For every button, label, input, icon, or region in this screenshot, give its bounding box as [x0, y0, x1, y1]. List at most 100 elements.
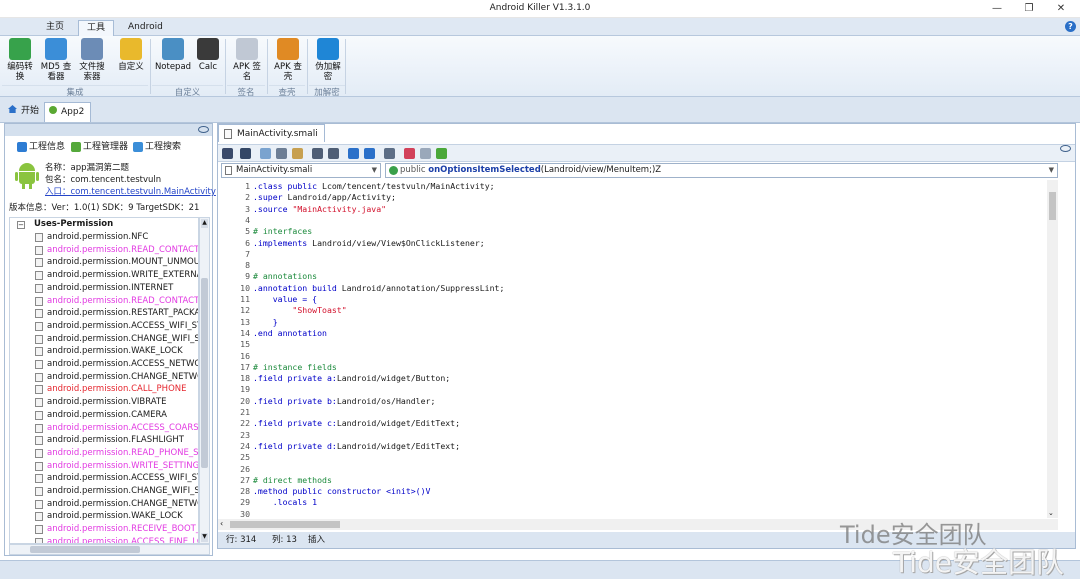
home-icon: [8, 105, 17, 113]
eye-icon[interactable]: [198, 126, 209, 133]
permission-item[interactable]: android.permission.CHANGE_NETWORK_STATE: [35, 371, 198, 384]
ribbon-button-1[interactable]: MD5 查 看器: [38, 38, 74, 82]
tab-project-manager[interactable]: 工程管理器: [69, 139, 128, 155]
ribbon-button-7[interactable]: APK 查 壳: [270, 38, 306, 82]
permission-icon: [35, 245, 43, 255]
permission-item[interactable]: android.permission.CAMERA: [35, 409, 198, 422]
code-token: .locals 1: [253, 497, 318, 508]
code-line: 16: [218, 351, 1046, 362]
permission-item[interactable]: android.permission.RECEIVE_BOOT_COMPLETE…: [35, 523, 198, 536]
permission-vertical-scrollbar[interactable]: ▲ ▼: [199, 217, 210, 544]
permission-item[interactable]: android.permission.ACCESS_FINE_LOCATION: [35, 536, 198, 544]
copy-icon[interactable]: [260, 148, 271, 159]
ribbon-button-3[interactable]: 自定义: [114, 38, 148, 72]
permission-item[interactable]: android.permission.CHANGE_WIFI_STATE: [35, 485, 198, 498]
ribbon-button-6[interactable]: APK 签 名: [229, 38, 265, 82]
tab-project-search[interactable]: 工程搜索: [131, 139, 181, 155]
collapse-icon[interactable]: −: [17, 221, 25, 229]
app-entry-link[interactable]: 入口：com.tencent.testvuln.MainActivity: [45, 185, 216, 197]
line-number: 15: [240, 339, 250, 350]
permission-item[interactable]: android.permission.MOUNT_UNMOUNT_FILESYS…: [35, 256, 198, 269]
permission-item[interactable]: android.permission.WAKE_LOCK: [35, 345, 198, 358]
permission-item[interactable]: android.permission.READ_CONTACTS: [35, 295, 198, 308]
right-panel-toggle[interactable]: [1056, 140, 1076, 156]
tab-mainactivity-smali[interactable]: MainActivity.smali: [218, 124, 325, 142]
permission-item[interactable]: android.permission.INTERNET: [35, 282, 198, 295]
permission-item[interactable]: android.permission.ACCESS_COARSE_LOCATIO…: [35, 422, 198, 435]
permission-horizontal-scrollbar[interactable]: [9, 544, 210, 555]
tab-app2[interactable]: App2: [44, 102, 92, 122]
permission-item[interactable]: android.permission.CHANGE_WIFI_STATE: [35, 333, 198, 346]
tab-project-info[interactable]: 工程信息: [15, 139, 65, 155]
permission-label: android.permission.VIBRATE: [47, 397, 167, 408]
back-icon[interactable]: [348, 148, 359, 159]
permission-item[interactable]: android.permission.FLASHLIGHT: [35, 434, 198, 447]
permission-label: android.permission.WAKE_LOCK: [47, 511, 183, 522]
group-separator: [267, 39, 268, 94]
redo-icon[interactable]: [328, 148, 339, 159]
permission-label: android.permission.ACCESS_WIFI_STATE: [47, 473, 198, 484]
code-token: .end annotation: [253, 327, 327, 338]
maximize-button[interactable]: ❐: [1012, 0, 1046, 18]
save-icon[interactable]: [240, 148, 251, 159]
tab-start[interactable]: 开始: [4, 102, 45, 122]
ribbon-button-8[interactable]: 伪加解 密: [310, 38, 346, 82]
permission-item[interactable]: android.permission.NFC: [35, 231, 198, 244]
undo-icon[interactable]: [312, 148, 323, 159]
method-select[interactable]: public onOptionsItemSelected(Landroid/vi…: [385, 163, 1058, 178]
line-number: 14: [240, 327, 250, 338]
permission-item[interactable]: android.permission.WRITE_SETTINGS: [35, 460, 198, 473]
code-line: 13 }: [218, 317, 1046, 328]
group-separator: [150, 39, 151, 94]
code-area[interactable]: 1 .class public Lcom/tencent/testvuln/Mai…: [218, 180, 1046, 518]
ribbon-button-label: APK 查 壳: [274, 62, 302, 82]
minimize-button[interactable]: —: [980, 0, 1014, 18]
title-bar: Android Killer V1.3.1.0 — ❐ ✕: [0, 0, 1080, 18]
permission-label: android.permission.CHANGE_WIFI_STATE: [47, 486, 198, 496]
lock-icon[interactable]: [222, 148, 233, 159]
permission-label: android.permission.ACCESS_FINE_LOCATION: [47, 536, 198, 544]
java-icon[interactable]: [404, 148, 415, 159]
ribbon-tab-tools[interactable]: 工具: [78, 20, 115, 36]
permission-item[interactable]: android.permission.READ_CONTACTS: [35, 244, 198, 257]
code-token: <init>()V: [386, 486, 431, 497]
permission-item[interactable]: android.permission.CALL_PHONE: [35, 383, 198, 396]
permission-item[interactable]: android.permission.ACCESS_WIFI_STATE: [35, 472, 198, 485]
code-token: .method: [253, 486, 293, 497]
permission-item[interactable]: android.permission.READ_PHONE_STATE: [35, 447, 198, 460]
permission-item[interactable]: android.permission.WRITE_EXTERNAL_STORAG…: [35, 269, 198, 282]
ribbon-tab-home[interactable]: 主页: [38, 20, 72, 36]
ribbon-button-label: MD5 查 看器: [40, 62, 72, 82]
close-button[interactable]: ✕: [1044, 0, 1078, 18]
line-number: 6: [245, 237, 250, 248]
code-line: 17 # instance fields: [218, 362, 1046, 373]
ribbon-tabs: 主页 工具 Android ?: [0, 18, 1080, 36]
ribbon-button-label: 伪加解 密: [315, 62, 341, 82]
shell-icon: [277, 38, 299, 60]
code-line: 8: [218, 260, 1046, 271]
forward-icon[interactable]: [364, 148, 375, 159]
permission-item[interactable]: android.permission.VIBRATE: [35, 396, 198, 409]
ribbon-button-4[interactable]: Notepad: [153, 38, 193, 72]
editor-vertical-scrollbar[interactable]: ⌄: [1047, 180, 1058, 518]
permission-item[interactable]: android.permission.ACCESS_WIFI_STATE: [35, 320, 198, 333]
cut-icon[interactable]: [276, 148, 287, 159]
permission-item[interactable]: android.permission.RESTART_PACKAGES: [35, 307, 198, 320]
list-icon[interactable]: [420, 148, 431, 159]
permission-tree: − Uses-Permission android.permission.NFC…: [9, 217, 199, 544]
permission-item[interactable]: android.permission.WAKE_LOCK: [35, 510, 198, 523]
group-label-integrated: 集成: [2, 85, 148, 98]
format-icon[interactable]: [384, 148, 395, 159]
permission-item[interactable]: android.permission.ACCESS_NETWORK_STATE: [35, 358, 198, 371]
run-icon[interactable]: [436, 148, 447, 159]
paste-icon[interactable]: [292, 148, 303, 159]
file-select[interactable]: MainActivity.smali ▼: [221, 163, 381, 178]
ribbon-button-0[interactable]: 编码转 换: [3, 38, 37, 82]
ribbon-button-2[interactable]: 文件搜 索器: [74, 38, 110, 82]
ribbon-tab-android[interactable]: Android: [120, 20, 171, 36]
line-number: 20: [240, 395, 250, 406]
ribbon-button-5[interactable]: Calc: [196, 38, 220, 72]
line-number: 29: [240, 497, 250, 508]
permission-item[interactable]: android.permission.CHANGE_NETWORK_STATE: [35, 498, 198, 511]
help-icon[interactable]: ?: [1065, 21, 1076, 32]
